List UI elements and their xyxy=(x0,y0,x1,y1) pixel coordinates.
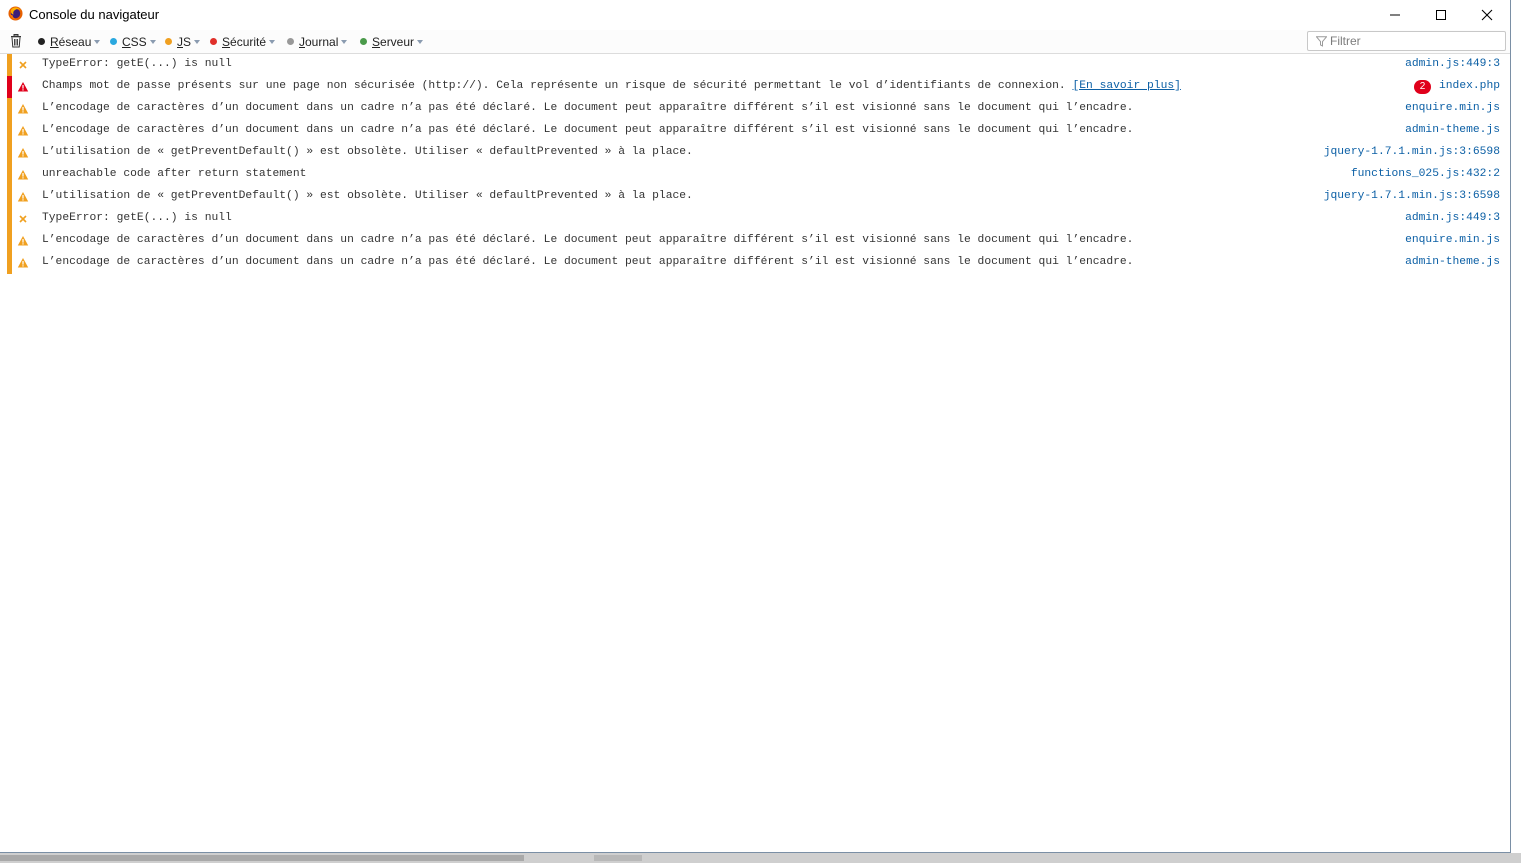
filter-label: JS xyxy=(177,34,192,49)
chevron-down-icon[interactable] xyxy=(417,39,424,44)
console-toolbar: Réseau CSS JS Sécurité Journal Serveur xyxy=(0,30,1510,54)
message-source-link[interactable]: admin-theme.js xyxy=(1405,124,1500,136)
console-message-row[interactable]: TypeError: getE(...) is null admin.js:449… xyxy=(0,54,1510,76)
chevron-down-icon[interactable] xyxy=(194,39,201,44)
warning-icon xyxy=(17,192,29,202)
filter-label: CSS xyxy=(122,34,147,49)
message-text: L’encodage de caractères d’un document d… xyxy=(42,256,1134,268)
category-dot-icon xyxy=(165,38,172,45)
filter-label: Serveur xyxy=(372,34,415,49)
minimize-button[interactable] xyxy=(1372,0,1418,29)
security-warning-icon xyxy=(17,82,29,92)
message-source-link[interactable]: jquery-1.7.1.min.js:3:6598 xyxy=(1324,190,1500,202)
error-x-icon xyxy=(19,61,27,69)
category-dot-icon xyxy=(210,38,217,45)
message-text: L’utilisation de « getPreventDefault() »… xyxy=(42,146,693,158)
chevron-down-icon[interactable] xyxy=(94,39,101,44)
learn-more-link[interactable]: [En savoir plus] xyxy=(1072,80,1180,92)
message-source-link[interactable]: enquire.min.js xyxy=(1405,102,1500,114)
severity-marker xyxy=(7,230,12,252)
severity-marker xyxy=(7,120,12,142)
firefox-icon xyxy=(8,6,23,21)
warning-icon xyxy=(17,148,29,158)
severity-marker xyxy=(7,54,12,76)
message-source-link[interactable]: functions_025.js:432:2 xyxy=(1351,168,1500,180)
severity-marker xyxy=(7,186,12,208)
filter-css-button[interactable]: CSS xyxy=(110,33,156,50)
close-icon xyxy=(1481,9,1493,20)
filter-label: Réseau xyxy=(50,34,92,49)
filter-js-button[interactable]: JS xyxy=(165,33,201,50)
chevron-down-icon[interactable] xyxy=(269,39,276,44)
message-source-link[interactable]: admin.js:449:3 xyxy=(1405,58,1500,70)
filter-serveur-button[interactable]: Serveur xyxy=(360,33,424,50)
window-right-edge xyxy=(1511,0,1521,853)
message-text: L’encodage de caractères d’un document d… xyxy=(42,102,1134,114)
message-source-link[interactable]: admin-theme.js xyxy=(1405,256,1500,268)
message-source-link[interactable]: admin.js:449:3 xyxy=(1405,212,1500,224)
console-message-row[interactable]: L’encodage de caractères d’un document d… xyxy=(0,120,1510,142)
filter-search-box[interactable] xyxy=(1307,31,1506,51)
console-output: TypeError: getE(...) is null admin.js:449… xyxy=(0,54,1510,852)
console-message-row[interactable]: unreachable code after return statement f… xyxy=(0,164,1510,186)
filter-label: Sécurité xyxy=(222,34,267,49)
close-button[interactable] xyxy=(1464,0,1510,29)
filter-securite-button[interactable]: Sécurité xyxy=(210,33,276,50)
message-text: L’utilisation de « getPreventDefault() »… xyxy=(42,190,693,202)
severity-marker xyxy=(7,98,12,120)
scrollbar-thumb[interactable] xyxy=(0,855,524,861)
filter-label: Journal xyxy=(299,34,339,49)
severity-marker xyxy=(7,142,12,164)
console-message-row[interactable]: TypeError: getE(...) is null admin.js:449… xyxy=(0,208,1510,230)
message-text: L’encodage de caractères d’un document d… xyxy=(42,124,1134,136)
message-text: L’encodage de caractères d’un document d… xyxy=(42,234,1134,246)
console-message-row[interactable]: L’encodage de caractères d’un document d… xyxy=(0,230,1510,252)
browser-console-window: Console du navigateur Réseau CSS JS Sécurit… xyxy=(0,0,1511,853)
severity-marker xyxy=(7,164,12,186)
error-x-icon xyxy=(19,215,27,223)
title-bar[interactable]: Console du navigateur xyxy=(0,0,1510,29)
warning-icon xyxy=(17,236,29,246)
console-message-row[interactable]: L’encodage de caractères d’un document d… xyxy=(0,98,1510,120)
filter-reseau-button[interactable]: Réseau xyxy=(38,33,101,50)
chevron-down-icon[interactable] xyxy=(149,39,156,44)
console-message-row[interactable]: L’utilisation de « getPreventDefault() »… xyxy=(0,186,1510,208)
warning-icon xyxy=(17,170,29,180)
filter-journal-button[interactable]: Journal xyxy=(287,33,348,50)
message-text: TypeError: getE(...) is null xyxy=(42,58,232,70)
severity-marker xyxy=(7,208,12,230)
message-text: Champs mot de passe présents sur une pag… xyxy=(42,80,1181,92)
warning-icon xyxy=(17,104,29,114)
console-message-row[interactable]: L’utilisation de « getPreventDefault() »… xyxy=(0,142,1510,164)
maximize-button[interactable] xyxy=(1418,0,1464,29)
minimize-icon xyxy=(1390,14,1400,15)
category-dot-icon xyxy=(38,38,45,45)
filter-funnel-icon xyxy=(1316,36,1327,47)
repeat-count-badge: 2 xyxy=(1414,80,1431,94)
category-dot-icon xyxy=(287,38,294,45)
console-message-row[interactable]: Champs mot de passe présents sur une pag… xyxy=(0,76,1510,98)
message-source-link[interactable]: jquery-1.7.1.min.js:3:6598 xyxy=(1324,146,1500,158)
warning-icon xyxy=(17,126,29,136)
chevron-down-icon[interactable] xyxy=(341,39,348,44)
message-text: TypeError: getE(...) is null xyxy=(42,212,232,224)
category-dot-icon xyxy=(110,38,117,45)
severity-marker xyxy=(7,76,12,98)
filter-input[interactable] xyxy=(1330,33,1500,49)
trash-icon[interactable] xyxy=(9,34,23,48)
message-source-link[interactable]: index.php xyxy=(1439,80,1500,92)
message-source-link[interactable]: enquire.min.js xyxy=(1405,234,1500,246)
bottom-scrollbar[interactable] xyxy=(0,853,1521,863)
category-dot-icon xyxy=(360,38,367,45)
scrollbar-segment xyxy=(594,855,642,861)
maximize-icon xyxy=(1436,9,1446,20)
message-text: unreachable code after return statement xyxy=(42,168,307,180)
console-message-row[interactable]: L’encodage de caractères d’un document d… xyxy=(0,252,1510,274)
window-title: Console du navigateur xyxy=(29,7,160,22)
warning-icon xyxy=(17,258,29,268)
severity-marker xyxy=(7,252,12,274)
